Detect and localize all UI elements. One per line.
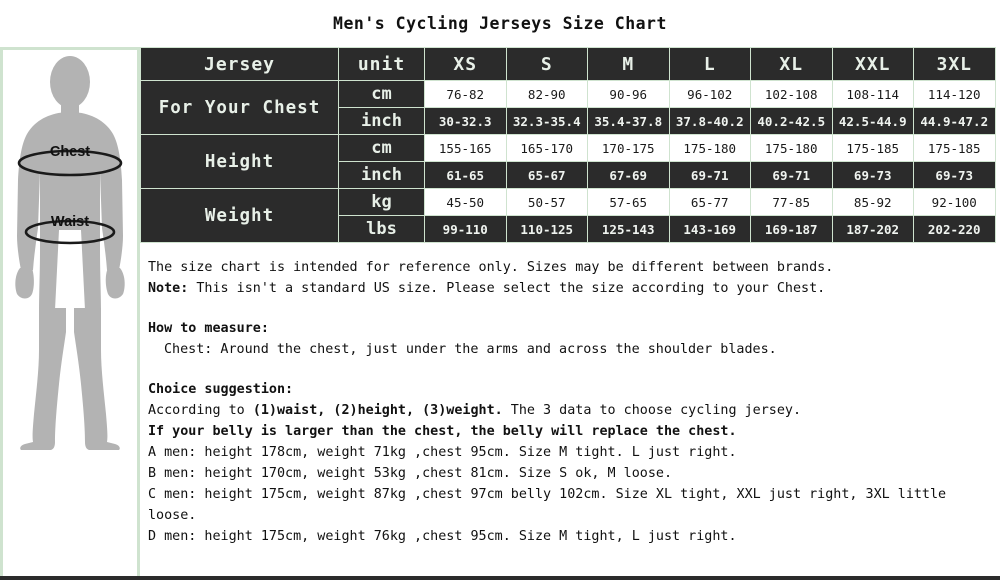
according-prefix: According to [148,403,253,418]
header-size-m: M [587,47,670,81]
size-chart-table: Jersey unit XS S M L XL XXL 3XL For Your [140,47,996,243]
cell-height-cm-s: 165-170 [505,134,588,162]
example-c: C men: height 175cm, weight 87kg ,chest … [148,487,947,523]
page-title: Men's Cycling Jerseys Size Chart [333,14,667,33]
notes-section: The size chart is intended for reference… [140,243,1000,547]
cell-height-inch-xl: 69-71 [750,161,833,189]
table-header-row: Jersey unit XS S M L XL XXL 3XL [140,47,996,81]
example-d: D men: height 175cm, weight 76kg ,chest … [148,529,737,544]
cell-height-cm-l: 175-180 [668,134,751,162]
how-to-measure-heading: How to measure: [148,321,269,336]
note-disclaimer: The size chart is intended for reference… [148,260,834,275]
cell-weight-lbs-3xl: 202-220 [913,215,996,243]
belly-line: If your belly is larger than the chest, … [148,424,737,439]
rowlabel-chest: For Your Chest [140,80,339,135]
header-size-s: S [505,47,588,81]
unit-chest-inch: inch [338,107,425,135]
cell-height-inch-xs: 61-65 [424,161,507,189]
unit-weight-kg: kg [338,188,425,216]
cell-chest-inch-s: 32.3-35.4 [505,107,588,135]
cell-height-inch-m: 67-69 [587,161,670,189]
cell-weight-kg-3xl: 92-100 [913,188,996,216]
cell-chest-inch-xxl: 42.5-44.9 [831,107,914,135]
unit-height-cm: cm [338,134,425,162]
table-row: Height cm 155-165 165-170 170-175 175-18… [140,134,996,189]
how-to-measure-chest: Chest: Around the chest, just under the … [164,342,777,357]
unit-weight-lbs: lbs [338,215,425,243]
notes-spacer [148,299,1000,318]
cell-chest-cm-xxl: 108-114 [831,80,914,108]
cell-weight-lbs-l: 143-169 [668,215,751,243]
header-unit: unit [338,47,425,81]
cell-weight-kg-xxl: 85-92 [831,188,914,216]
cell-height-inch-3xl: 69-73 [913,161,996,189]
cell-weight-kg-s: 50-57 [505,188,588,216]
unit-chest-cm: cm [338,80,425,108]
according-line: According to (1)waist, (2)height, (3)wei… [148,400,1000,421]
figure-panel: Chest Waist [0,47,140,576]
cell-weight-lbs-xl: 169-187 [750,215,833,243]
unit-height-inch: inch [338,161,425,189]
title-bar: Men's Cycling Jerseys Size Chart [0,0,1000,47]
example-a: A men: height 178cm, weight 71kg ,chest … [148,445,737,460]
header-size-3xl: 3XL [913,47,996,81]
according-bold: (1)waist, (2)height, (3)weight. [252,403,503,418]
cell-weight-kg-l: 65-77 [668,188,751,216]
cell-chest-cm-l: 96-102 [668,80,751,108]
header-size-xl: XL [750,47,833,81]
cell-height-cm-3xl: 175-185 [913,134,996,162]
body-figure: Chest Waist [3,50,137,450]
cell-chest-cm-xs: 76-82 [424,80,507,108]
cell-chest-inch-xs: 30-32.3 [424,107,507,135]
note-line: Note: This isn't a standard US size. Ple… [148,278,1000,299]
example-b: B men: height 170cm, weight 53kg ,chest … [148,466,673,481]
notes-spacer-2 [148,360,1000,379]
body-area: Chest Waist Jersey unit XS S M L XL XXL … [0,47,1000,576]
rowlabel-weight: Weight [140,188,339,243]
cell-weight-lbs-s: 110-125 [505,215,588,243]
cell-weight-kg-xs: 45-50 [424,188,507,216]
cell-height-cm-xl: 175-180 [750,134,833,162]
rowlabel-height: Height [140,134,339,189]
header-size-l: L [668,47,751,81]
header-size-xxl: XXL [831,47,914,81]
cell-chest-inch-3xl: 44.9-47.2 [913,107,996,135]
cell-height-inch-s: 65-67 [505,161,588,189]
cell-weight-lbs-m: 125-143 [587,215,670,243]
size-chart-page: Men's Cycling Jerseys Size Chart Chest W… [0,0,1000,580]
according-suffix: The 3 data to choose cycling jersey. [502,403,802,418]
note-text: This isn't a standard US size. Please se… [188,281,826,296]
cell-chest-inch-l: 37.8-40.2 [668,107,751,135]
cell-weight-lbs-xs: 99-110 [424,215,507,243]
cell-weight-kg-m: 57-65 [587,188,670,216]
cell-weight-lbs-xxl: 187-202 [831,215,914,243]
content-column: Jersey unit XS S M L XL XXL 3XL For Your [140,47,1000,576]
cell-height-cm-xs: 155-165 [424,134,507,162]
male-body-silhouette-icon [15,56,125,450]
cell-chest-inch-m: 35.4-37.8 [587,107,670,135]
cell-weight-kg-xl: 77-85 [750,188,833,216]
header-jersey: Jersey [140,47,339,81]
choice-suggestion-heading: Choice suggestion: [148,382,294,397]
cell-height-inch-xxl: 69-73 [831,161,914,189]
table-row: Weight kg 45-50 50-57 57-65 65-77 77-85 … [140,188,996,243]
cell-height-inch-l: 69-71 [668,161,751,189]
cell-height-cm-m: 170-175 [587,134,670,162]
note-label: Note: [148,281,189,296]
cell-height-cm-xxl: 175-185 [831,134,914,162]
cell-chest-cm-s: 82-90 [505,80,588,108]
cell-chest-cm-xl: 102-108 [750,80,833,108]
cell-chest-cm-m: 90-96 [587,80,670,108]
header-size-xs: XS [424,47,507,81]
cell-chest-inch-xl: 40.2-42.5 [750,107,833,135]
table-row: For Your Chest cm 76-82 82-90 90-96 96-1… [140,80,996,135]
cell-chest-cm-3xl: 114-120 [913,80,996,108]
